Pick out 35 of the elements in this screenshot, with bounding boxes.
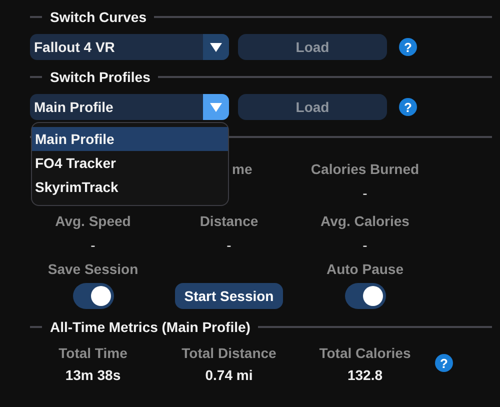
section-title: Switch Curves <box>50 9 146 25</box>
metric-value: - <box>226 236 232 255</box>
metric-label: Avg. Calories <box>320 212 410 231</box>
metric-value: 0.74 mi <box>205 366 253 385</box>
help-icon[interactable]: ? <box>399 38 417 56</box>
caret-icon <box>209 102 223 112</box>
section-title: Switch Profiles <box>50 69 150 85</box>
toggle-label: Auto Pause <box>326 260 404 279</box>
caret-icon <box>209 42 223 52</box>
toggle-switch[interactable] <box>72 283 114 309</box>
dropdown-option[interactable]: FO4 Tracker <box>32 151 228 175</box>
metric-label: Total Distance <box>182 344 276 363</box>
toggle-switch[interactable] <box>344 283 386 309</box>
dropdown-option[interactable]: Main Profile <box>32 127 228 151</box>
metric-value: 132.8 <box>347 366 383 385</box>
metric-label: Calories Burned <box>310 160 420 179</box>
dropdown-option[interactable]: SkyrimTrack <box>32 175 228 199</box>
help-icon[interactable]: ? <box>435 354 453 372</box>
metric-value: - <box>362 184 368 203</box>
metric-label: Total Calories <box>319 344 411 363</box>
metric-value: - <box>90 236 96 255</box>
load-button[interactable]: Load <box>238 34 387 60</box>
start-session-button[interactable]: Start Session <box>175 283 283 309</box>
dropdown[interactable]: Fallout 4 VR <box>30 34 229 60</box>
section-title: All-Time Metrics (Main Profile) <box>50 319 250 335</box>
metric-label: Distance <box>200 212 258 231</box>
metric-label: Avg. Speed <box>55 212 131 231</box>
metric-label: Total Time <box>58 344 128 363</box>
metric-value: 13m 38s <box>65 366 121 385</box>
metric-label: me <box>232 160 252 179</box>
toggle-label: Save Session <box>48 260 138 279</box>
dropdown[interactable]: Main Profile <box>30 94 229 120</box>
load-button[interactable]: Load <box>238 94 387 120</box>
metric-value: - <box>362 236 368 255</box>
help-icon[interactable]: ? <box>399 98 417 116</box>
